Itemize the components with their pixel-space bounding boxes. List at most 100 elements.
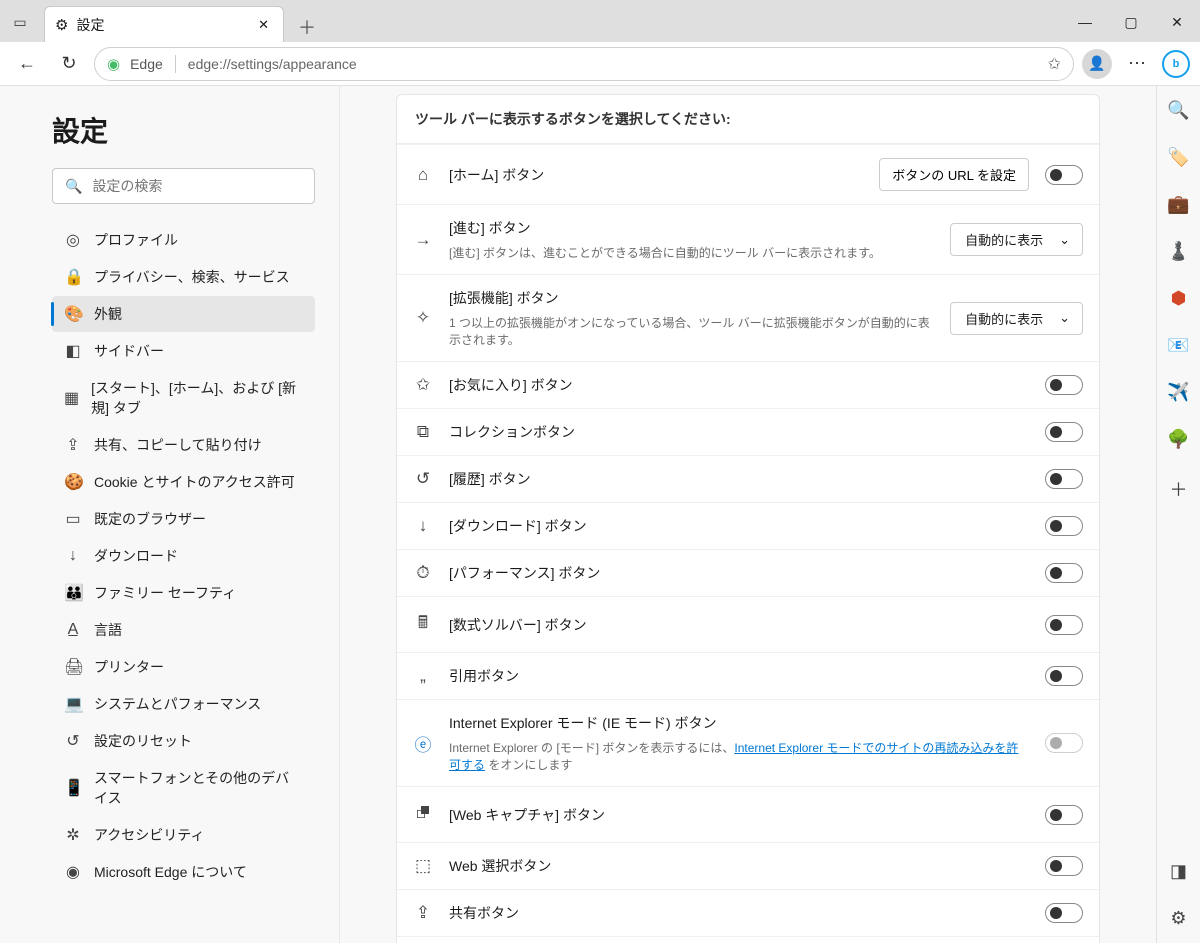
shopping-icon[interactable]: 🏷️ bbox=[1167, 147, 1189, 168]
nav-label: アクセシビリティ bbox=[94, 825, 204, 845]
browser-toolbar: ← ↻ ◉ Edge edge://settings/appearance ✩ … bbox=[0, 42, 1200, 86]
address-bar[interactable]: ◉ Edge edge://settings/appearance ✩ bbox=[94, 47, 1074, 81]
row-web-select-button: ⬚ Web 選択ボタン bbox=[397, 842, 1099, 889]
collections-toggle[interactable] bbox=[1045, 422, 1083, 442]
star-icon: ✩ bbox=[413, 375, 433, 395]
row-collections-button: ⧉ コレクションボタン bbox=[397, 408, 1099, 455]
nav-about[interactable]: ◉Microsoft Edge について bbox=[52, 854, 315, 890]
nav-system[interactable]: 💻システムとパフォーマンス bbox=[52, 686, 315, 722]
content-area: 設定 🔍 ◎プロファイル 🔒プライバシー、検索、サービス 🎨外観 ◧サイドバー … bbox=[0, 86, 1156, 943]
nav-default-browser[interactable]: ▭既定のブラウザー bbox=[52, 501, 315, 537]
home-toggle[interactable] bbox=[1045, 165, 1083, 185]
edge-logo-icon: ◉ bbox=[64, 862, 82, 882]
nav-label: 言語 bbox=[94, 620, 122, 640]
reset-icon: ↺ bbox=[64, 731, 82, 751]
nav-family[interactable]: 👪 ファミリー セーフティ bbox=[52, 575, 315, 611]
cookie-icon: 🍪 bbox=[64, 472, 82, 492]
forward-dropdown[interactable]: 自動的に表示⌄ bbox=[950, 223, 1083, 256]
sidebar-toggle-icon[interactable]: ◨ bbox=[1170, 861, 1187, 882]
profile-avatar[interactable]: 👤 bbox=[1082, 49, 1112, 79]
edge-sidebar: 🔍 🏷️ 💼 ♟️ ⬢ 📧 ✈️ 🌳 ＋ ◨ ⚙ bbox=[1156, 86, 1200, 943]
row-sub: 1 つ以上の拡張機能がオンになっている場合、ツール バーに拡張機能ボタンが自動的… bbox=[449, 314, 934, 348]
nav-label: サイドバー bbox=[94, 341, 164, 361]
sidebar-icon: ◧ bbox=[64, 341, 82, 361]
nav-printer[interactable]: 🖨プリンター bbox=[52, 649, 315, 685]
nav-cookies[interactable]: 🍪Cookie とサイトのアクセス許可 bbox=[52, 464, 315, 500]
office-icon[interactable]: ⬢ bbox=[1171, 288, 1187, 309]
nav-phones[interactable]: 📱スマートフォンとその他のデバイス bbox=[52, 760, 315, 816]
row-label: [パフォーマンス] ボタン bbox=[449, 563, 1029, 583]
close-window-button[interactable]: ✕ bbox=[1154, 2, 1200, 42]
dd-value: 自動的に表示 bbox=[965, 309, 1043, 328]
new-tab-button[interactable]: ＋ bbox=[292, 12, 322, 42]
section-heading: ツール バーに表示するボタンを選択してください: bbox=[397, 95, 1099, 144]
nav-appearance[interactable]: 🎨外観 bbox=[52, 296, 315, 332]
page-title: 設定 bbox=[52, 110, 315, 150]
close-tab-button[interactable]: ✕ bbox=[254, 15, 273, 35]
download-toggle[interactable] bbox=[1045, 516, 1083, 536]
brand-label: Edge bbox=[130, 56, 163, 72]
share-toggle[interactable] bbox=[1045, 903, 1083, 923]
settings-nav: 設定 🔍 ◎プロファイル 🔒プライバシー、検索、サービス 🎨外観 ◧サイドバー … bbox=[0, 86, 340, 943]
minimize-button[interactable]: — bbox=[1062, 2, 1108, 42]
search-icon[interactable]: 🔍 bbox=[1167, 100, 1189, 121]
settings-gear-icon[interactable]: ⚙ bbox=[1170, 908, 1186, 929]
set-home-url-button[interactable]: ボタンの URL を設定 bbox=[879, 158, 1029, 191]
laptop-icon: 💻 bbox=[64, 694, 82, 714]
row-ie-mode-button: ⓔ Internet Explorer モード (IE モード) ボタン Int… bbox=[397, 699, 1099, 786]
nav-reset[interactable]: ↺ 設定のリセット bbox=[52, 723, 315, 759]
add-sidebar-icon[interactable]: ＋ bbox=[1170, 476, 1188, 502]
select-toggle[interactable] bbox=[1045, 856, 1083, 876]
profile-icon: ◎ bbox=[64, 230, 82, 250]
math-toggle[interactable] bbox=[1045, 615, 1083, 635]
drop-icon[interactable]: ✈️ bbox=[1167, 382, 1189, 403]
settings-search[interactable]: 🔍 bbox=[52, 168, 315, 204]
maximize-button[interactable]: ▢ bbox=[1108, 2, 1154, 42]
nav-label: 既定のブラウザー bbox=[94, 509, 206, 529]
capture-toggle[interactable] bbox=[1045, 805, 1083, 825]
chevron-down-icon: ⌄ bbox=[1059, 310, 1070, 326]
bing-chat-button[interactable]: b bbox=[1162, 50, 1190, 78]
nav-label: 設定のリセット bbox=[94, 731, 192, 751]
math-icon: 🖩 bbox=[413, 610, 433, 639]
favorite-star-icon[interactable]: ✩ bbox=[1048, 54, 1061, 74]
share-icon: ⇪ bbox=[413, 903, 433, 923]
cite-toggle[interactable] bbox=[1045, 666, 1083, 686]
row-share-button: ⇪ 共有ボタン bbox=[397, 889, 1099, 936]
more-menu-button[interactable]: ⋯ bbox=[1120, 47, 1154, 81]
nav-label: ファミリー セーフティ bbox=[94, 583, 236, 603]
outlook-icon[interactable]: 📧 bbox=[1167, 335, 1189, 356]
nav-privacy[interactable]: 🔒プライバシー、検索、サービス bbox=[52, 259, 315, 295]
capture-icon: ⮻ bbox=[413, 800, 433, 829]
row-label: [ダウンロード] ボタン bbox=[449, 516, 1029, 536]
nav-profile[interactable]: ◎プロファイル bbox=[52, 222, 315, 258]
favorites-toggle[interactable] bbox=[1045, 375, 1083, 395]
family-icon: 👪 bbox=[64, 583, 82, 603]
nav-label: スマートフォンとその他のデバイス bbox=[94, 768, 303, 808]
title-bar: ▭ ⚙ 設定 ✕ ＋ — ▢ ✕ bbox=[0, 0, 1200, 42]
download-icon: ↓ bbox=[64, 547, 82, 565]
tools-icon[interactable]: 💼 bbox=[1167, 194, 1189, 215]
nav-language[interactable]: A̲言語 bbox=[52, 612, 315, 648]
history-toggle[interactable] bbox=[1045, 469, 1083, 489]
nav-downloads[interactable]: ↓ダウンロード bbox=[52, 538, 315, 574]
row-label: 引用ボタン bbox=[449, 666, 1029, 686]
games-icon[interactable]: ♟️ bbox=[1167, 241, 1189, 262]
tree-icon[interactable]: 🌳 bbox=[1167, 429, 1189, 450]
extensions-dropdown[interactable]: 自動的に表示 ⌄ bbox=[950, 302, 1083, 335]
row-label: コレクションボタン bbox=[449, 422, 1029, 442]
nav-share[interactable]: ⇪共有、コピーして貼り付け bbox=[52, 427, 315, 463]
nav-sidebar[interactable]: ◧ サイドバー bbox=[52, 333, 315, 369]
tab-icon: ▦ bbox=[64, 388, 79, 408]
refresh-button[interactable]: ↻ bbox=[52, 47, 86, 81]
nav-accessibility[interactable]: ✲アクセシビリティ bbox=[52, 817, 315, 853]
performance-toggle[interactable] bbox=[1045, 563, 1083, 583]
nav-start[interactable]: ▦[スタート]、[ホーム]、および [新規] タブ bbox=[52, 370, 315, 426]
tab-actions-button[interactable]: ▭ bbox=[0, 2, 40, 42]
nav-label: プライバシー、検索、サービス bbox=[94, 267, 290, 287]
browser-tab[interactable]: ⚙ 設定 ✕ bbox=[44, 6, 284, 42]
row-favorites-button: ✩ [お気に入り] ボタン bbox=[397, 361, 1099, 408]
back-button[interactable]: ← bbox=[10, 47, 44, 81]
search-input[interactable] bbox=[92, 178, 302, 194]
edge-icon: ◉ bbox=[107, 55, 120, 73]
